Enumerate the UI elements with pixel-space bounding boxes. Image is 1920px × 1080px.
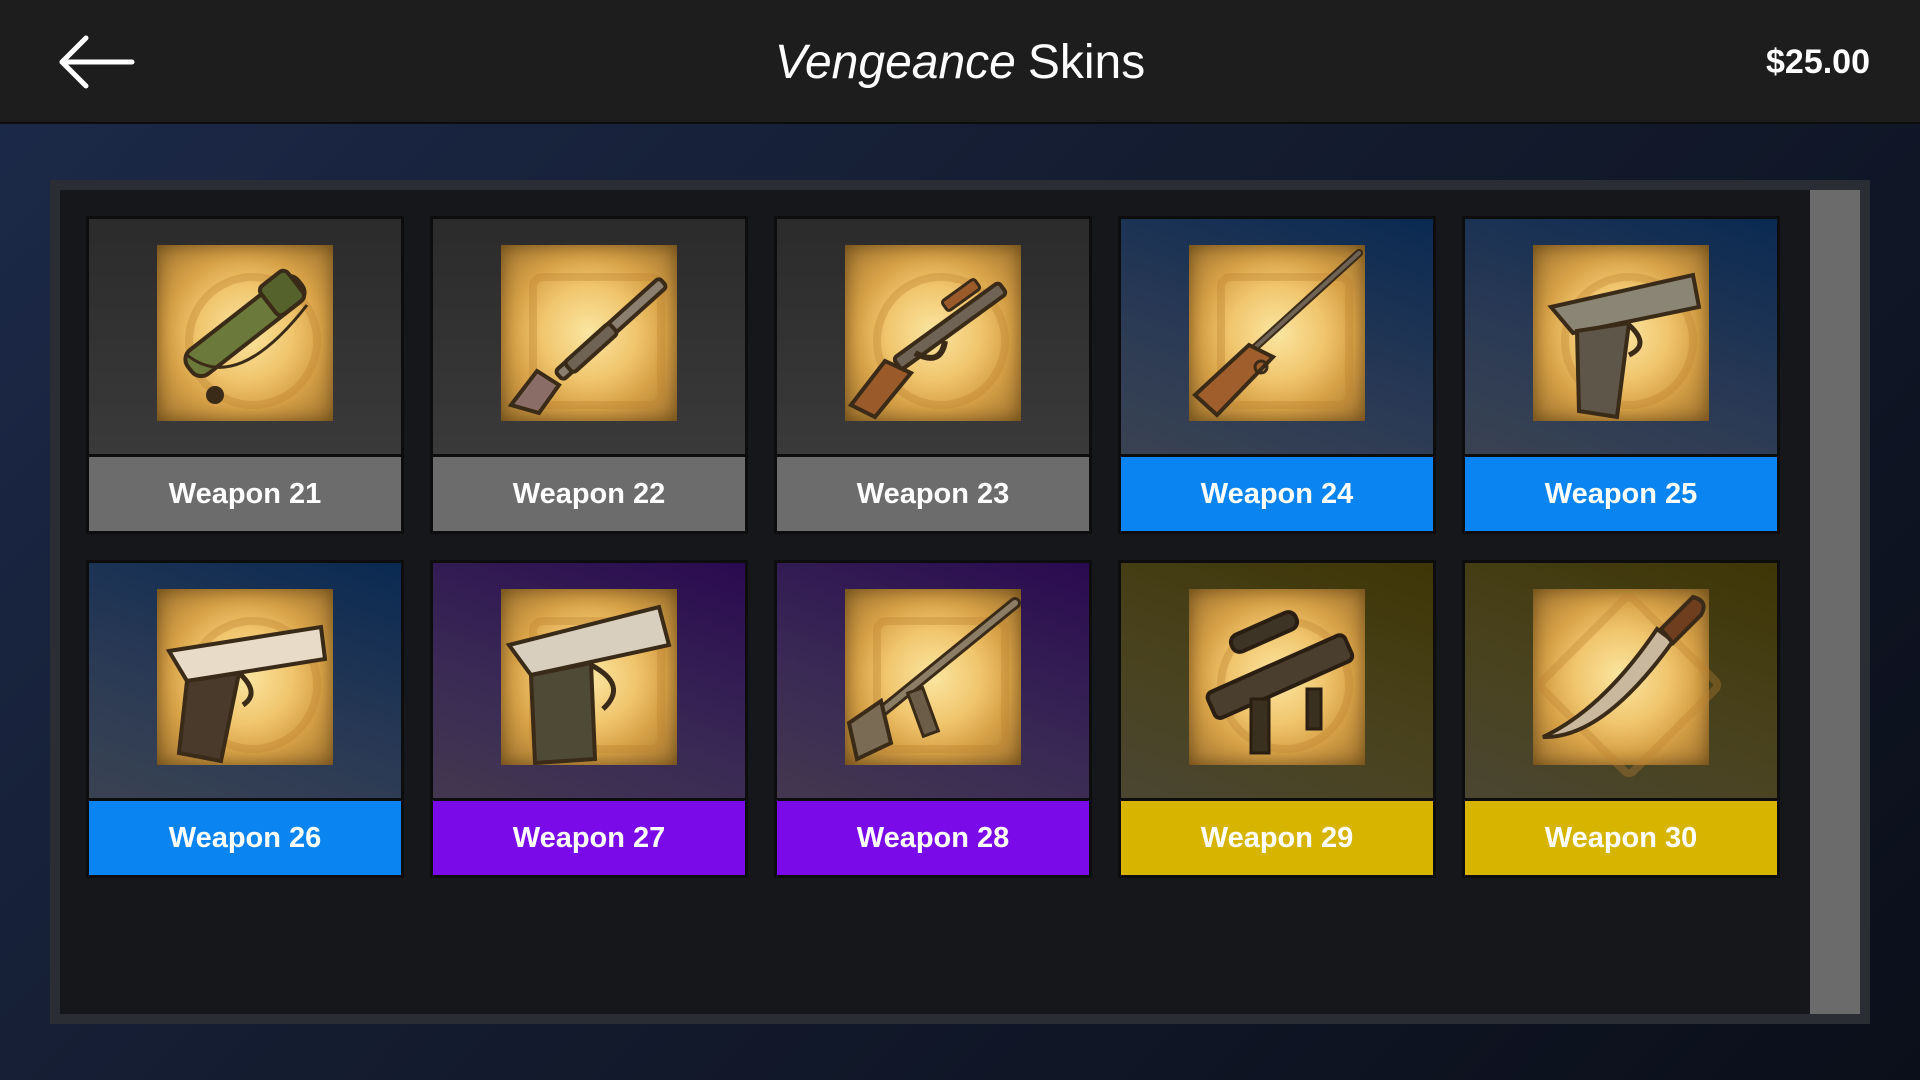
skin-label: Weapon 28 [777,798,1089,875]
m16-rifle-icon [845,589,1021,765]
skin-thumbnail [1121,219,1433,457]
page-title: Vengeance Skins [0,0,1920,124]
currency-balance: $25.00 [1766,42,1870,81]
title-emphasis: Vengeance [774,35,1016,89]
skins-list-area: Weapon 21 Weapon 22 Weapon 23 Weapon 24 … [60,190,1860,1014]
skin-card-weapon-24[interactable]: Weapon 24 [1118,216,1436,534]
skin-thumbnail [1465,219,1777,457]
skin-label: Weapon 30 [1465,798,1777,875]
title-rest: Skins [1027,35,1146,89]
smg-scoped-icon [1189,589,1365,765]
skin-card-weapon-23[interactable]: Weapon 23 [774,216,1092,534]
skin-thumbnail [1465,563,1777,801]
skin-label: Weapon 29 [1121,798,1433,875]
skin-label: Weapon 23 [777,454,1089,531]
skins-grid: Weapon 21 Weapon 22 Weapon 23 Weapon 24 … [86,216,1780,878]
skin-thumbnail [89,563,401,801]
pistol-icon [157,589,333,765]
machete-icon [1533,589,1709,765]
scrollbar[interactable] [1810,190,1860,1014]
assault-rifle-icon [845,245,1021,421]
skin-thumbnail [1121,563,1433,801]
skin-card-weapon-25[interactable]: Weapon 25 [1462,216,1780,534]
skin-card-weapon-26[interactable]: Weapon 26 [86,560,404,878]
skin-card-weapon-27[interactable]: Weapon 27 [430,560,748,878]
skin-label: Weapon 24 [1121,454,1433,531]
skin-card-weapon-21[interactable]: Weapon 21 [86,216,404,534]
skin-label: Weapon 25 [1465,454,1777,531]
skin-thumbnail [433,219,745,457]
rocket-launcher-icon [157,245,333,421]
skin-card-weapon-28[interactable]: Weapon 28 [774,560,1092,878]
desert-eagle-icon [1533,245,1709,421]
skin-thumbnail [777,563,1089,801]
shotgun-icon [501,245,677,421]
skin-thumbnail [89,219,401,457]
skin-label: Weapon 27 [433,798,745,875]
skin-thumbnail [433,563,745,801]
hunting-rifle-icon [1189,245,1365,421]
skin-card-weapon-30[interactable]: Weapon 30 [1462,560,1780,878]
skins-panel: Weapon 21 Weapon 22 Weapon 23 Weapon 24 … [50,180,1870,1024]
skin-label: Weapon 21 [89,454,401,531]
skin-label: Weapon 22 [433,454,745,531]
top-bar: Vengeance Skins $25.00 [0,0,1920,124]
skin-card-weapon-29[interactable]: Weapon 29 [1118,560,1436,878]
skin-label: Weapon 26 [89,798,401,875]
skin-thumbnail [777,219,1089,457]
compact-pistol-icon [501,589,677,765]
skin-card-weapon-22[interactable]: Weapon 22 [430,216,748,534]
